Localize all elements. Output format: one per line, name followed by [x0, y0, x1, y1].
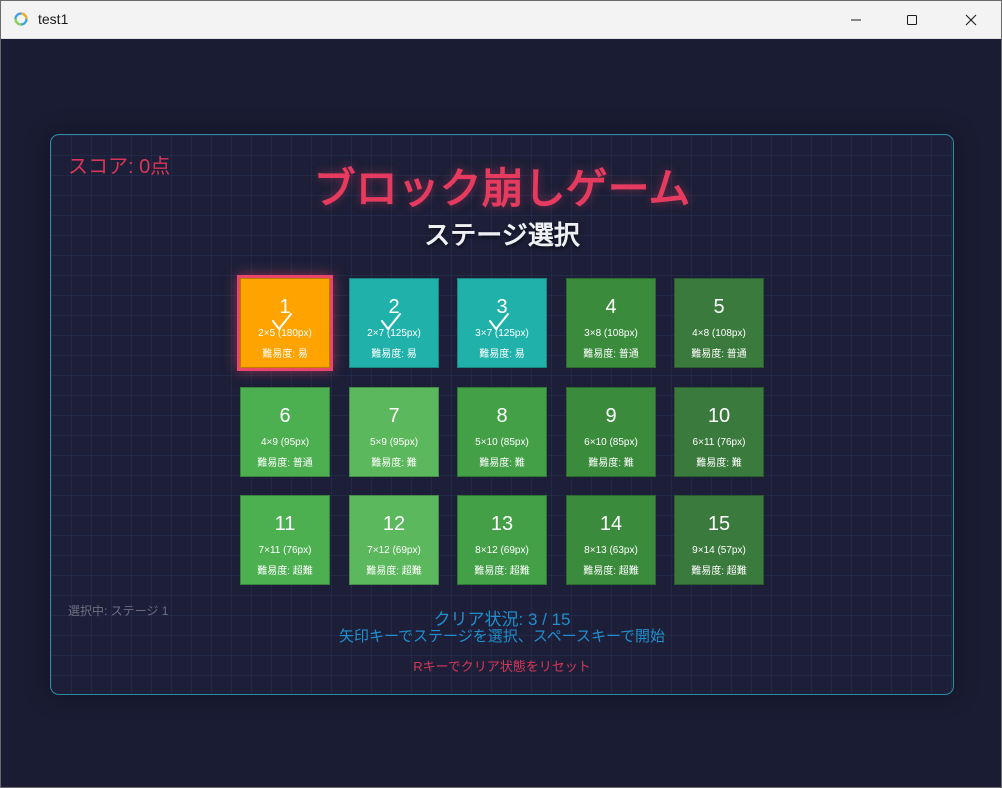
cleared-checkmark-icon — [272, 313, 292, 330]
stage-number: 13 — [490, 513, 514, 535]
app-ring-icon — [13, 11, 29, 27]
stage-tile-13[interactable]: 13 8×12 (69px) 難易度: 超難 — [457, 495, 547, 585]
stage-difficulty: 難易度: 超難 — [474, 566, 530, 577]
close-icon — [965, 14, 977, 25]
stage-grid: 1 2×5 (180px) 難易度: 易 2 2×7 (125px) 難易度: 易 3 3×7… — [240, 278, 770, 588]
stage-tile-4[interactable]: 4 3×8 (108px) 難易度: 普通 — [566, 278, 656, 368]
reset-hint: Rキーでクリア状態をリセット — [413, 659, 591, 674]
minimize-button[interactable] — [833, 1, 879, 38]
window-title: test1 — [38, 11, 69, 27]
stage-difficulty: 難易度: 難 — [696, 458, 742, 469]
stage-tile-15[interactable]: 15 9×14 (57px) 難易度: 超難 — [674, 495, 764, 585]
stage-size: 4×8 (108px) — [692, 328, 746, 339]
game-title: ブロック崩しゲーム — [313, 165, 691, 212]
maximize-icon — [907, 14, 917, 25]
stage-difficulty: 難易度: 超難 — [691, 566, 747, 577]
stage-size: 3×8 (108px) — [584, 328, 638, 339]
stage-size: 4×9 (95px) — [260, 437, 310, 448]
cleared-checkmark-icon — [381, 313, 401, 330]
stage-number: 9 — [605, 405, 617, 427]
stage-tile-9[interactable]: 9 6×10 (85px) 難易度: 難 — [566, 387, 656, 477]
stage-size: 8×12 (69px) — [475, 545, 529, 556]
stage-difficulty: 難易度: 超難 — [257, 566, 313, 577]
stage-size: 7×11 (76px) — [258, 545, 312, 556]
stage-difficulty: 難易度: 易 — [479, 349, 525, 360]
stage-difficulty: 難易度: 普通 — [691, 349, 747, 360]
stage-number: 4 — [605, 296, 617, 318]
title-bar[interactable]: test1 — [1, 1, 1001, 39]
stage-size: 8×13 (63px) — [584, 545, 638, 556]
stage-number: 11 — [274, 513, 296, 535]
stage-tile-7[interactable]: 7 5×9 (95px) 難易度: 難 — [349, 387, 439, 477]
stage-tile-11[interactable]: 11 7×11 (76px) 難易度: 超難 — [240, 495, 330, 585]
stage-size: 5×10 (85px) — [475, 437, 529, 448]
stage-number: 8 — [496, 405, 508, 427]
stage-number: 7 — [388, 405, 400, 427]
stage-tile-14[interactable]: 14 8×13 (63px) 難易度: 超難 — [566, 495, 656, 585]
stage-tile-5[interactable]: 5 4×8 (108px) 難易度: 普通 — [674, 278, 764, 368]
stage-tile-10[interactable]: 10 6×11 (76px) 難易度: 難 — [674, 387, 764, 477]
stage-tile-2[interactable]: 2 2×7 (125px) 難易度: 易 — [349, 278, 439, 368]
stage-tile-12[interactable]: 12 7×12 (69px) 難易度: 超難 — [349, 495, 439, 585]
minimize-icon — [851, 19, 861, 20]
stage-tile-6[interactable]: 6 4×9 (95px) 難易度: 普通 — [240, 387, 330, 477]
game-canvas[interactable]: スコア: 0点 ブロック崩しゲーム ステージ選択 1 2×5 (180px) 難易度… — [1, 39, 1001, 787]
stage-tile-8[interactable]: 8 5×10 (85px) 難易度: 難 — [457, 387, 547, 477]
stage-size: 6×10 (85px) — [584, 437, 638, 448]
stage-size: 6×11 (76px) — [692, 437, 746, 448]
stage-number: 10 — [707, 405, 731, 427]
controls-instructions: 矢印キーでステージを選択、スペースキーで開始 — [338, 628, 666, 645]
stage-size: 9×14 (57px) — [692, 545, 746, 556]
stage-number: 12 — [382, 513, 406, 535]
stage-size: 5×9 (95px) — [369, 437, 419, 448]
stage-tile-1[interactable]: 1 2×5 (180px) 難易度: 易 — [240, 278, 330, 368]
cleared-checkmark-icon — [489, 313, 509, 330]
stage-difficulty: 難易度: 難 — [479, 458, 525, 469]
stage-tile-3[interactable]: 3 3×7 (125px) 難易度: 易 — [457, 278, 547, 368]
stage-difficulty: 難易度: 普通 — [583, 349, 639, 360]
stage-size: 7×12 (69px) — [367, 545, 421, 556]
stage-difficulty: 難易度: 超難 — [583, 566, 639, 577]
stage-difficulty: 難易度: 難 — [371, 458, 417, 469]
stage-difficulty: 難易度: 超難 — [366, 566, 422, 577]
stage-difficulty: 難易度: 易 — [262, 349, 308, 360]
stage-number: 15 — [707, 513, 731, 535]
maximize-button[interactable] — [889, 1, 935, 38]
stage-select-panel: スコア: 0点 ブロック崩しゲーム ステージ選択 1 2×5 (180px) 難易度… — [50, 134, 954, 695]
app-window: test1 スコア: 0点 ブロック崩しゲーム ステージ選択 1 2×5 (180… — [0, 0, 1002, 788]
stage-number: 5 — [713, 296, 725, 318]
close-button[interactable] — [948, 1, 994, 38]
stage-difficulty: 難易度: 易 — [371, 349, 417, 360]
stage-difficulty: 難易度: 難 — [588, 458, 634, 469]
stage-select-heading: ステージ選択 — [424, 220, 580, 250]
stage-number: 14 — [599, 513, 623, 535]
stage-difficulty: 難易度: 普通 — [257, 458, 313, 469]
stage-number: 6 — [279, 405, 291, 427]
